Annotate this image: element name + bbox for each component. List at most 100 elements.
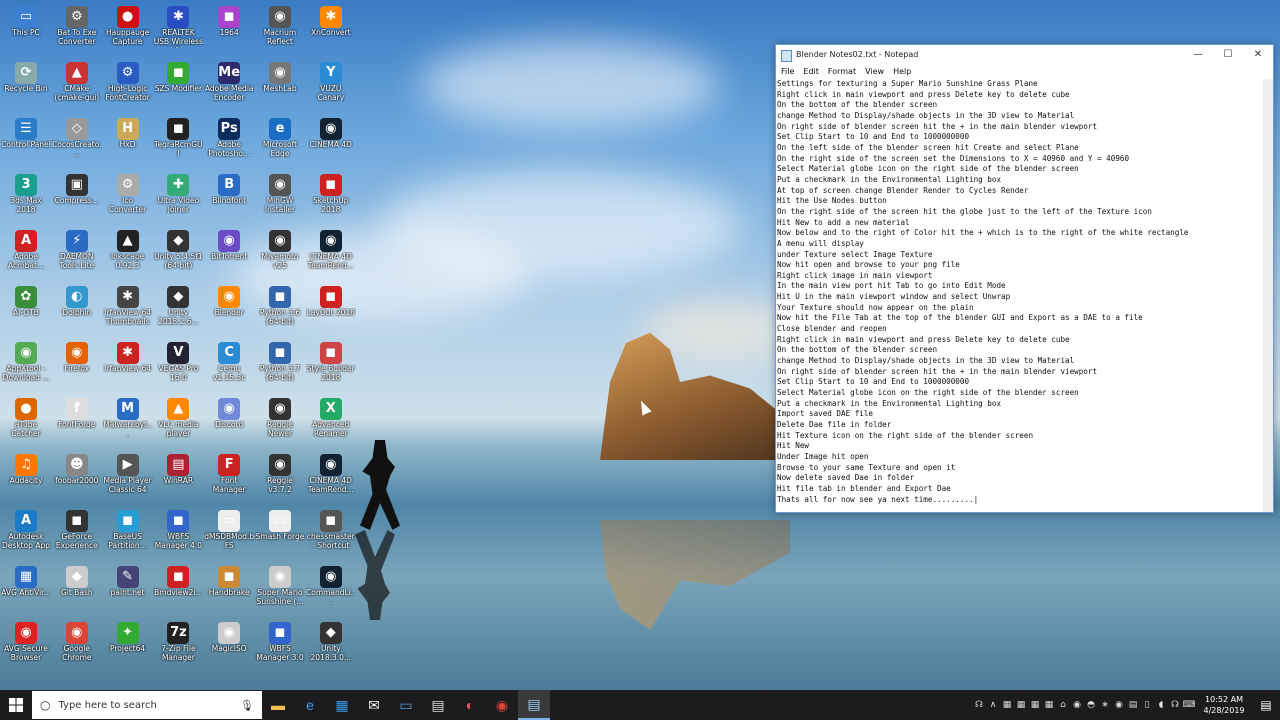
desktop-icon[interactable]: ◉ Discord: [204, 396, 254, 452]
desktop-icon[interactable]: ☻ foobar2000: [52, 452, 102, 508]
desktop-icon[interactable]: ◼ BaseUS Partition...: [103, 508, 153, 564]
desktop-icon[interactable]: ✚ Ultra Video Joiner: [153, 172, 203, 228]
desktop-icon[interactable]: ◉ Super Mario Sunshine (...: [255, 564, 305, 620]
tray-icon[interactable]: ∗: [1098, 700, 1112, 710]
desktop-icon[interactable]: ▣ Compress...: [52, 172, 102, 228]
menu-format[interactable]: Format: [828, 65, 856, 79]
desktop-icon[interactable]: ◼ 1964: [204, 4, 254, 60]
taskbar-notepad-icon[interactable]: ▤: [518, 690, 550, 720]
desktop-icon[interactable]: ◉ Firefox: [52, 340, 102, 396]
desktop-icon[interactable]: ⚙ Bat To Exe Converter: [52, 4, 102, 60]
desktop-icon[interactable]: ▲ CMake (cmake-gui): [52, 60, 102, 116]
desktop-icon[interactable]: ◼ Python 3.7 (64-bit): [255, 340, 305, 396]
desktop-icon[interactable]: Y VUZU Canary: [306, 60, 356, 116]
desktop-icon[interactable]: ✎ paint.net: [103, 564, 153, 620]
desktop-icon[interactable]: ◼ Bmdview2i...: [153, 564, 203, 620]
desktop-icon[interactable]: ◉ BitTorrent: [204, 228, 254, 284]
desktop-icon[interactable]: ◉ MagicISO: [204, 620, 254, 676]
taskbar-search-box[interactable]: ○ Type here to search 🎙: [32, 691, 262, 719]
desktop-icon[interactable]: ⟳ Recycle Bin: [1, 60, 51, 116]
desktop-icon[interactable]: ◉ CINEMA 4D: [306, 116, 356, 172]
desktop-icon[interactable]: ⚙ High-Logic FontCreator: [103, 60, 153, 116]
close-button[interactable]: ✕: [1243, 45, 1273, 65]
menu-help[interactable]: Help: [893, 65, 911, 79]
desktop-icon[interactable]: ✱ IrfanView 64: [103, 340, 153, 396]
desktop-icon[interactable]: ◆ Unity 2018.2.6...: [153, 284, 203, 340]
tray-icon[interactable]: ⌨: [1182, 700, 1196, 710]
desktop-icon[interactable]: Me Adobe Media Encoder: [204, 60, 254, 116]
desktop-icon[interactable]: ⚙ Ico Converter: [103, 172, 153, 228]
desktop-icon[interactable]: ◉ Blender: [204, 284, 254, 340]
tray-icon[interactable]: ◉: [1070, 700, 1084, 710]
desktop-icon[interactable]: ▤ WinRAR: [153, 452, 203, 508]
desktop-icon[interactable]: ◐ Dolphin: [52, 284, 102, 340]
tray-icon[interactable]: ▦: [1028, 700, 1042, 710]
desktop-icon[interactable]: ◆ Unity 2018.3.0...: [306, 620, 356, 676]
taskbar-app-red-icon[interactable]: ◐: [454, 690, 486, 720]
desktop-icon[interactable]: ◉ Reggie v3.7.2: [255, 452, 305, 508]
desktop-icon[interactable]: B Blindfont: [204, 172, 254, 228]
desktop-icon[interactable]: ▶ Media Player Classic 64: [103, 452, 153, 508]
desktop-icon[interactable]: ✱ XnConvert: [306, 4, 356, 60]
desktop-icon[interactable]: ◼ chessmaster - Shortcut: [306, 508, 356, 564]
tray-icon[interactable]: ◉: [1112, 700, 1126, 710]
desktop-icon[interactable]: ◉ CommandLi...: [306, 564, 356, 620]
desktop-icon[interactable]: ✱ IrfanView 64 Thumbnails: [103, 284, 153, 340]
desktop-icon[interactable]: ◼ WBFS Manager 3.0: [255, 620, 305, 676]
desktop-icon[interactable]: ◼ Python 3.6 (64-bit): [255, 284, 305, 340]
desktop-icon[interactable]: ▭ This PC: [1, 4, 51, 60]
tray-icon[interactable]: ⌂: [1056, 700, 1070, 710]
menu-view[interactable]: View: [865, 65, 884, 79]
desktop-icon[interactable]: f FontForge: [52, 396, 102, 452]
desktop-icon[interactable]: ⚡ DAEMON Tools Lite: [52, 228, 102, 284]
desktop-icon[interactable]: ◼ SketchUp 2018: [306, 172, 356, 228]
desktop-icon[interactable]: 3 3ds Max 2018: [1, 172, 51, 228]
desktop-icon[interactable]: ◉ CINEMA 4D TeamRend...: [306, 228, 356, 284]
desktop-icon[interactable]: ▭ Smash Forge: [255, 508, 305, 564]
desktop-icon[interactable]: ◼ GeForce Experience: [52, 508, 102, 564]
desktop-icon[interactable]: ◉ MinGW Installer: [255, 172, 305, 228]
desktop-icon[interactable]: ◉ AVG Secure Browser: [1, 620, 51, 676]
desktop-icon[interactable]: ✿ AI-OTB: [1, 284, 51, 340]
desktop-icon[interactable]: ◉ AppXtool - Download ...: [1, 340, 51, 396]
desktop-icon[interactable]: ◼ LayOut 2018: [306, 284, 356, 340]
tray-icon[interactable]: ☊: [972, 700, 986, 710]
desktop-icon[interactable]: 7z 7-Zip File Manager: [153, 620, 203, 676]
desktop-icon[interactable]: ☰ Control Panel: [1, 116, 51, 172]
desktop-icon[interactable]: ◉ Reggie Newer: [255, 396, 305, 452]
desktop-icon[interactable]: ● aTube Catcher: [1, 396, 51, 452]
desktop-icon[interactable]: ◉ MeshLab: [255, 60, 305, 116]
maximize-button[interactable]: ☐: [1213, 45, 1243, 65]
notification-center-icon[interactable]: ▤: [1252, 698, 1280, 712]
taskbar-calculator-icon[interactable]: ▤: [422, 690, 454, 720]
desktop-icon[interactable]: ▦ AVG AntiVir...: [1, 564, 51, 620]
desktop-icon[interactable]: ◉ CINEMA 4D TeamRend...: [306, 452, 356, 508]
desktop-icon[interactable]: A Autodesk Desktop App: [1, 508, 51, 564]
tray-icon[interactable]: ☊: [1168, 700, 1182, 710]
desktop-icon[interactable]: H HxD: [103, 116, 153, 172]
desktop-icon[interactable]: ▲ Inkscape 0.92.3: [103, 228, 153, 284]
notepad-window[interactable]: Blender Notes02.txt - Notepad — ☐ ✕ File…: [775, 44, 1274, 513]
desktop-icon[interactable]: A Adobe Acrobat...: [1, 228, 51, 284]
desktop-icon[interactable]: ◆ Unity 5.4.5f1 (64-bit): [153, 228, 203, 284]
desktop-icon[interactable]: ◼ Style Builder 2018: [306, 340, 356, 396]
tray-icon[interactable]: ▤: [1126, 700, 1140, 710]
clock[interactable]: 10:52 AM 4/28/2019: [1196, 694, 1252, 716]
desktop-icon[interactable]: ● Hauppauge Capture: [103, 4, 153, 60]
taskbar-file-explorer-icon[interactable]: ▬: [262, 690, 294, 720]
desktop-icon[interactable]: ◆ Git Bash: [52, 564, 102, 620]
tray-icon[interactable]: ▯: [1140, 700, 1154, 710]
desktop-icon[interactable]: ◼ TegraRcmGUI: [153, 116, 203, 172]
text-editor-area[interactable]: Settings for texturing a Super Mario Sun…: [776, 79, 1263, 512]
menu-file[interactable]: File: [781, 65, 794, 79]
desktop-icon[interactable]: M Malwarebyt...: [103, 396, 153, 452]
tray-icon[interactable]: ◓: [1084, 700, 1098, 710]
desktop-icon[interactable]: ◇ CocosCreato...: [52, 116, 102, 172]
desktop-icon[interactable]: X Advanced Renamer: [306, 396, 356, 452]
tray-icon[interactable]: ▦: [1042, 700, 1056, 710]
microphone-icon[interactable]: 🎙: [240, 699, 254, 712]
tray-icon[interactable]: ∧: [986, 700, 1000, 710]
desktop-icon[interactable]: ◉ Google Chrome: [52, 620, 102, 676]
desktop-icon[interactable]: C Cemu v1.15.3c: [204, 340, 254, 396]
tray-icon[interactable]: ▦: [1000, 700, 1014, 710]
